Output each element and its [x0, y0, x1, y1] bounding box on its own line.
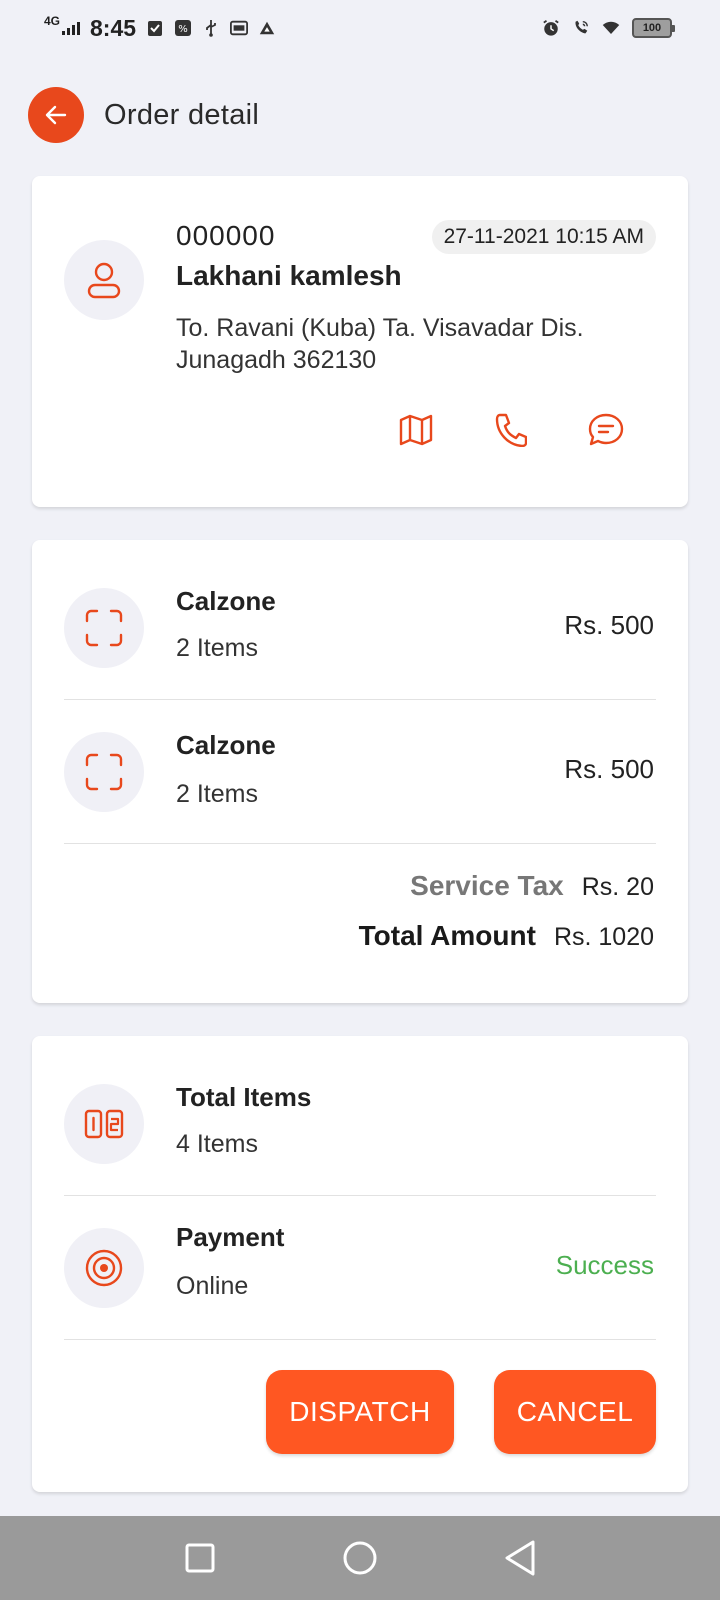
page-title: Order detail [104, 98, 260, 131]
map-button[interactable] [396, 410, 436, 450]
divider [64, 843, 656, 844]
call-button[interactable] [491, 410, 531, 450]
message-icon [588, 413, 624, 446]
triangle-back-icon [505, 1540, 535, 1576]
phone-icon [495, 413, 527, 447]
divider [64, 1339, 656, 1340]
shield-check-icon [146, 19, 164, 37]
status-left: 4G 8:45 % [44, 15, 276, 42]
usb-icon [202, 19, 220, 37]
wifi-calling-icon [572, 19, 590, 37]
total-amount-row: Total Amount Rs. 1020 [359, 920, 654, 952]
payment-icon-circle [64, 1228, 144, 1308]
item-icon-circle [64, 588, 144, 668]
cancel-button[interactable]: CANCEL [494, 1370, 656, 1454]
item-name: Calzone [176, 586, 276, 616]
payment-status: Success [555, 1250, 654, 1280]
message-button[interactable] [586, 410, 626, 450]
divider [64, 699, 656, 700]
map-icon [399, 414, 433, 446]
order-items-card: Calzone 2 Items Rs. 500 Calzone 2 Items … [32, 540, 688, 1003]
item-quantity: 2 Items [176, 634, 258, 662]
item-icon-circle [64, 732, 144, 812]
home-button[interactable] [336, 1534, 384, 1582]
recents-button[interactable] [176, 1534, 224, 1582]
status-bar: 4G 8:45 % 100 [0, 0, 720, 56]
payment-method: Online [176, 1272, 249, 1300]
item-price: Rs. 500 [564, 610, 654, 640]
battery-icon: 100 [632, 18, 675, 38]
divider [64, 1195, 656, 1196]
system-nav-bar [0, 1516, 720, 1600]
total-items-icon-circle [64, 1084, 144, 1164]
total-amount-value: Rs. 1020 [553, 923, 654, 951]
total-items-value: 4 Items [176, 1130, 258, 1158]
total-items-label: Total Items [176, 1082, 312, 1112]
target-icon [85, 1249, 123, 1287]
customer-avatar [64, 240, 144, 320]
svg-text:%: % [178, 24, 188, 35]
order-summary-card: Total Items 4 Items Payment Online Succe… [32, 1036, 688, 1492]
status-time: 8:45 [90, 14, 137, 41]
service-tax-label: Service Tax [410, 870, 564, 901]
total-amount-label: Total Amount [358, 920, 536, 951]
item-name: Calzone [176, 730, 276, 760]
order-date-badge: 27-11-2021 10:15 AM [431, 220, 656, 254]
item-price: Rs. 500 [564, 754, 654, 784]
scan-frame-icon [85, 753, 123, 791]
service-tax-row: Service Tax Rs. 20 [410, 870, 654, 902]
number-box-icon [84, 1109, 124, 1139]
item-quantity: 2 Items [176, 780, 258, 808]
arrow-left-icon [45, 105, 67, 125]
mail-icon [230, 19, 249, 37]
signal-icon [62, 21, 81, 35]
dispatch-button[interactable]: DISPATCH [266, 1370, 454, 1454]
app-header: Order detail [28, 87, 259, 143]
scan-frame-icon [85, 609, 123, 647]
back-nav-button[interactable] [496, 1534, 544, 1582]
sim-card-icon: % [174, 19, 192, 37]
customer-address: To. Ravani (Kuba) Ta. Visavadar Dis. Jun… [176, 314, 584, 374]
wifi-icon [602, 19, 620, 37]
order-id: 000000 [176, 220, 276, 251]
service-tax-value: Rs. 20 [581, 873, 654, 901]
circle-icon [343, 1541, 377, 1575]
status-right: 100 [542, 18, 675, 38]
payment-label: Payment [176, 1222, 285, 1252]
alarm-icon [542, 19, 560, 37]
customer-name: Lakhani kamlesh [176, 260, 402, 291]
customer-card: 000000 27-11-2021 10:15 AM Lakhani kamle… [32, 176, 688, 507]
user-icon [87, 262, 121, 299]
square-icon [185, 1543, 215, 1573]
drive-icon [258, 19, 276, 37]
back-button[interactable] [28, 87, 84, 143]
network-type: 4G [44, 14, 61, 28]
